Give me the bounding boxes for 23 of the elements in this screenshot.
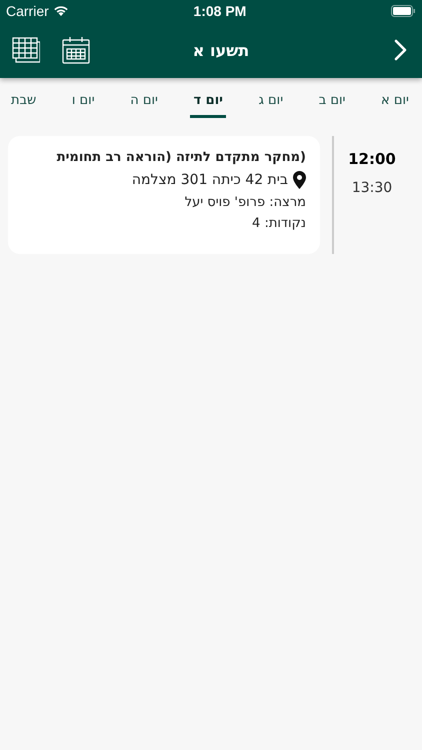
day-tab[interactable]: יום ב	[316, 90, 348, 118]
battery-icon	[391, 5, 416, 17]
day-tab[interactable]: יום ד	[190, 90, 226, 118]
day-tab[interactable]: יום ה	[127, 90, 161, 118]
status-time: 1:08 PM	[192, 3, 248, 19]
wifi-icon	[52, 5, 69, 17]
day-tab[interactable]: יום ו	[68, 90, 98, 118]
carrier-name: Carrier	[6, 3, 49, 19]
day-tab[interactable]: יום ג	[256, 90, 286, 118]
course-title: (מחקר מתקדם לתיזה (הוראה רב תחומית	[56, 150, 306, 165]
end-time: 13:30	[352, 180, 392, 196]
credits-text: נקודות: 4	[252, 216, 306, 231]
header-title: תשעו א	[192, 40, 250, 60]
location-pin-icon	[293, 171, 306, 189]
day-tab[interactable]: יום א	[378, 90, 412, 118]
chevron-right-icon[interactable]	[394, 39, 408, 61]
start-time: 12:00	[348, 150, 396, 168]
day-tab[interactable]: שבת	[8, 90, 40, 118]
location-text: בית 42 כיתה 301 מצלמה	[132, 172, 288, 188]
grid-icon[interactable]	[12, 37, 40, 63]
calendar-icon[interactable]	[62, 36, 90, 64]
class-card[interactable]: (מחקר מתקדם לתיזה (הוראה רב תחומית בית 42 כיתה 301 מצלמה מרצה: פרופ' פויס יעל נקודות: 4	[8, 136, 320, 254]
lecturer-text: מרצה: פרופ' פויס יעל	[184, 195, 306, 210]
